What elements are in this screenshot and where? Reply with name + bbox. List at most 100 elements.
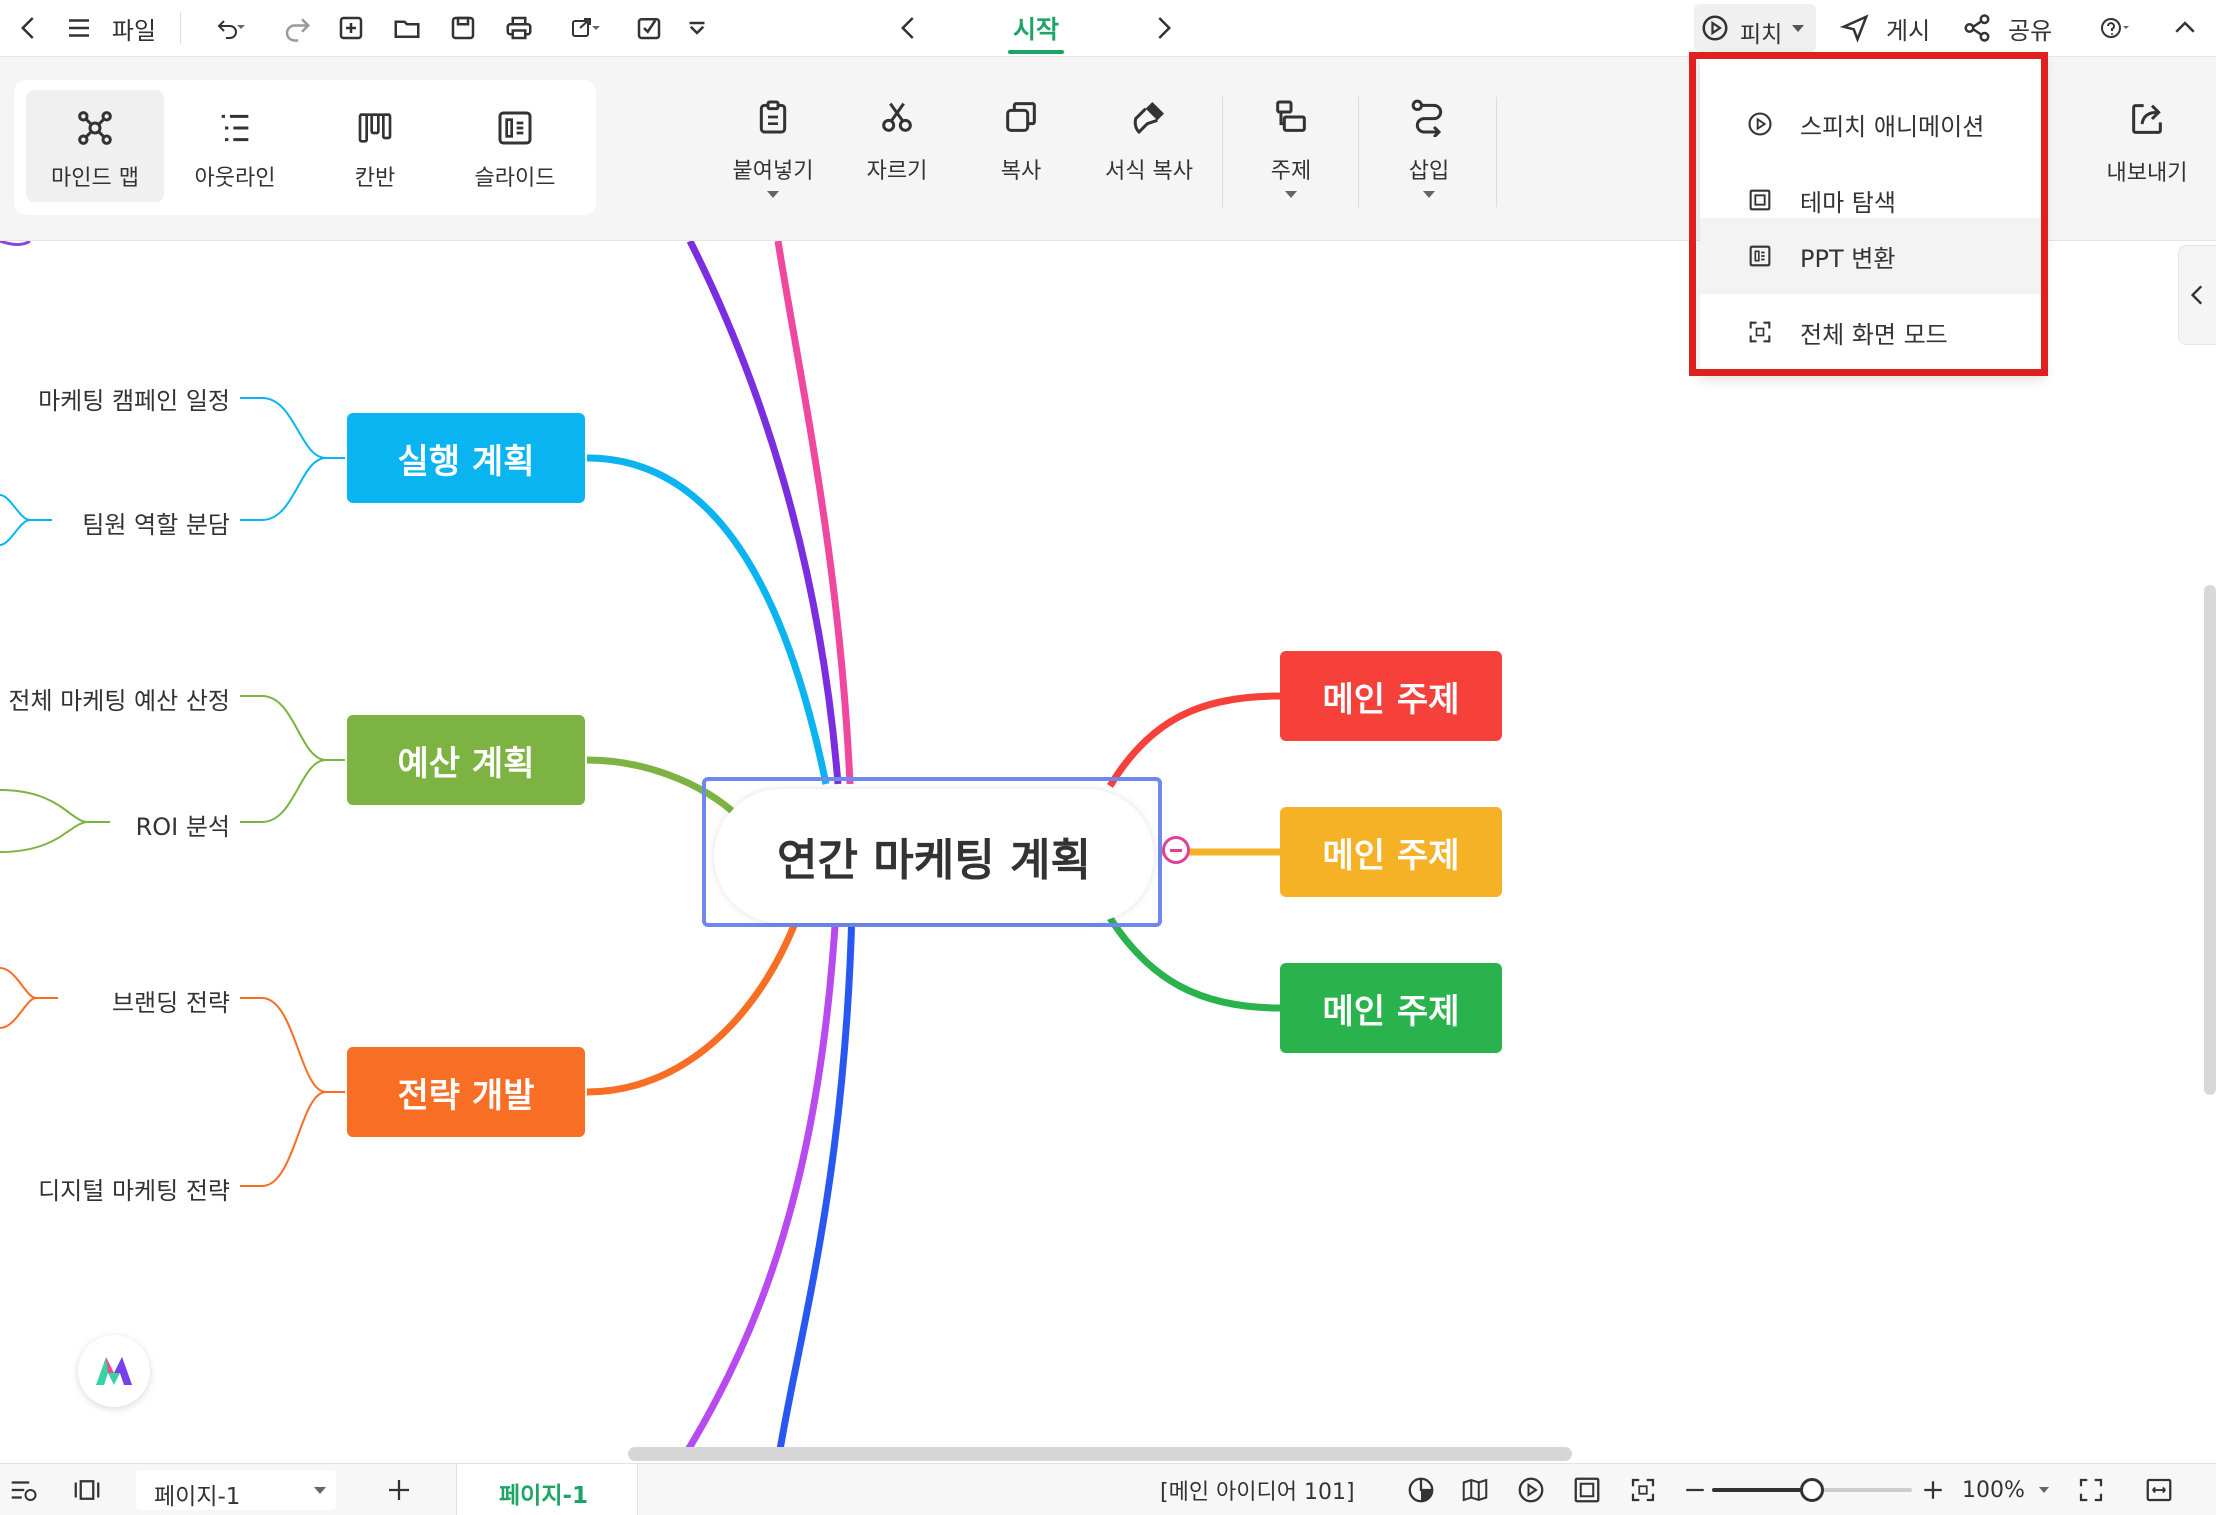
ai-logo-icon [96, 1357, 132, 1385]
subtopic-branding-strategy[interactable]: 브랜딩 전략 [112, 983, 230, 1018]
help-button[interactable] [2090, 8, 2140, 48]
ai-assistant-button[interactable] [78, 1335, 150, 1407]
view-kanban-button[interactable]: 칸반 [306, 90, 444, 202]
brush-icon [1133, 102, 1164, 135]
highlight-box [1689, 52, 2048, 376]
zoom-out-icon[interactable] [1680, 1472, 1710, 1508]
zoom-level[interactable]: 100% [1962, 1472, 2049, 1508]
paste-button[interactable]: 붙여넣기 [708, 97, 838, 247]
file-menu[interactable]: 파일 [104, 8, 164, 48]
tab-next-icon[interactable] [1146, 8, 1180, 48]
view-slide-button[interactable]: 슬라이드 [446, 90, 584, 202]
subtopic-roi-analysis[interactable]: ROI 분석 [136, 807, 230, 842]
scissors-icon [882, 102, 912, 132]
subtopic-campaign-schedule[interactable]: 마케팅 캠페인 일정 [38, 381, 230, 416]
topic-caret-icon[interactable] [1285, 191, 1297, 198]
view-mindmap-label: 마인드 맵 [51, 166, 139, 191]
topic-execution-plan[interactable]: 실행 계획 [347, 413, 585, 503]
map-view-icon[interactable] [1460, 1472, 1490, 1508]
page-selector-label: 페이지-1 [154, 1484, 241, 1510]
publish-button[interactable]: 게시 [1840, 8, 1940, 48]
export-quick-icon[interactable] [558, 8, 612, 48]
topic-icon [1276, 100, 1306, 132]
zoom-caret-icon [2038, 1487, 2049, 1493]
central-topic[interactable]: 연간 마케팅 계획 [714, 789, 1154, 923]
topic-strategy-development[interactable]: 전략 개발 [347, 1047, 585, 1137]
subtopic-total-budget[interactable]: 전체 마케팅 예산 산정 [8, 681, 230, 716]
zoom-slider-fill [1712, 1488, 1812, 1492]
vertical-scrollbar[interactable] [2204, 585, 2216, 1095]
mindmap-canvas[interactable]: 연간 마케팅 계획 실행 계획 예산 계획 전략 개발 마케팅 캠페인 일정 팀… [0, 241, 2216, 1463]
fit-width-icon[interactable] [2144, 1472, 2174, 1508]
insert-label: 삽입 [1408, 159, 1450, 184]
menu-icon[interactable] [62, 8, 96, 48]
theme-icon[interactable] [1406, 1472, 1436, 1508]
publish-label: 게시 [1886, 16, 1931, 45]
format-painter-label: 서식 복사 [1105, 159, 1193, 184]
status-bar: 페이지-1 페이지-1 [메인 아이디어 101] 100% [0, 1463, 2216, 1515]
chevron-left-icon [2190, 285, 2203, 305]
main-topic-red[interactable]: 메인 주제 [1280, 651, 1502, 741]
outline-panel-icon[interactable] [8, 1472, 38, 1508]
export-button[interactable]: 내보내기 [2082, 99, 2212, 249]
view-kanban-label: 칸반 [354, 166, 396, 191]
play-circle-icon [1702, 15, 1728, 41]
side-panel-toggle[interactable] [2178, 245, 2216, 345]
format-painter-button[interactable]: 서식 복사 [1084, 97, 1214, 247]
print-icon[interactable] [502, 8, 536, 48]
open-folder-icon[interactable] [390, 8, 424, 48]
share-icon [1964, 14, 1990, 42]
zoom-in-icon[interactable] [1918, 1472, 1948, 1508]
collapse-toggle[interactable] [1162, 836, 1190, 864]
fit-frame-icon[interactable] [1572, 1472, 1602, 1508]
new-file-icon[interactable] [334, 8, 368, 48]
paste-caret-icon[interactable] [767, 191, 779, 198]
topic-button[interactable]: 주제 [1226, 97, 1356, 247]
minus-icon [1170, 849, 1182, 852]
kanban-icon [358, 113, 392, 143]
zoom-slider-knob[interactable] [1800, 1478, 1824, 1502]
copy-button[interactable]: 복사 [956, 97, 1086, 247]
connector-icon [1411, 99, 1443, 137]
save-icon[interactable] [446, 8, 480, 48]
export-label: 내보내기 [2106, 161, 2188, 186]
help-icon [2101, 18, 2129, 38]
share-button[interactable]: 공유 [1962, 8, 2062, 48]
top-bar: 파일 시작 피치 게시 공유 [0, 0, 2216, 57]
horizontal-scrollbar[interactable] [628, 1447, 1572, 1461]
outline-icon [221, 114, 249, 142]
insert-caret-icon[interactable] [1423, 191, 1435, 198]
tab-start[interactable]: 시작 [990, 8, 1082, 48]
fullscreen-icon[interactable] [1628, 1472, 1658, 1508]
page-tab-active[interactable]: 페이지-1 [456, 1464, 638, 1515]
insert-button[interactable]: 삽입 [1364, 97, 1494, 247]
page-selector[interactable]: 페이지-1 [136, 1470, 336, 1510]
topic-budget-plan[interactable]: 예산 계획 [347, 715, 585, 805]
view-mindmap-button[interactable]: 마인드 맵 [26, 90, 164, 202]
page-tab-label: 페이지-1 [499, 1483, 589, 1509]
main-topic-yellow[interactable]: 메인 주제 [1280, 807, 1502, 897]
copy-icon [1006, 102, 1036, 132]
tab-prev-icon[interactable] [892, 8, 926, 48]
zoom-slider[interactable] [1712, 1478, 1912, 1502]
fit-page-icon[interactable] [2076, 1472, 2106, 1508]
view-outline-button[interactable]: 아웃라인 [166, 90, 304, 202]
subtopic-digital-strategy[interactable]: 디지털 마케팅 전략 [38, 1171, 230, 1206]
main-topic-green[interactable]: 메인 주제 [1280, 963, 1502, 1053]
undo-button[interactable] [204, 8, 258, 48]
redo-button[interactable] [280, 8, 314, 48]
pitch-label: 피치 [1740, 22, 1783, 48]
play-slideshow-icon[interactable] [1516, 1472, 1546, 1508]
cut-label: 자르기 [866, 159, 928, 184]
pitch-button[interactable]: 피치 [1694, 4, 1816, 52]
share-label: 공유 [2008, 16, 2053, 45]
add-page-icon[interactable] [384, 1472, 414, 1508]
back-icon[interactable] [12, 8, 46, 48]
collapse-ribbon-icon[interactable] [2168, 8, 2202, 48]
cut-button[interactable]: 자르기 [832, 97, 962, 247]
more-chevron-icon[interactable] [682, 8, 712, 48]
paste-label: 붙여넣기 [732, 159, 814, 184]
page-panel-icon[interactable] [72, 1472, 102, 1508]
subtopic-team-roles[interactable]: 팀원 역할 분담 [82, 505, 230, 540]
checkin-icon[interactable] [632, 8, 666, 48]
